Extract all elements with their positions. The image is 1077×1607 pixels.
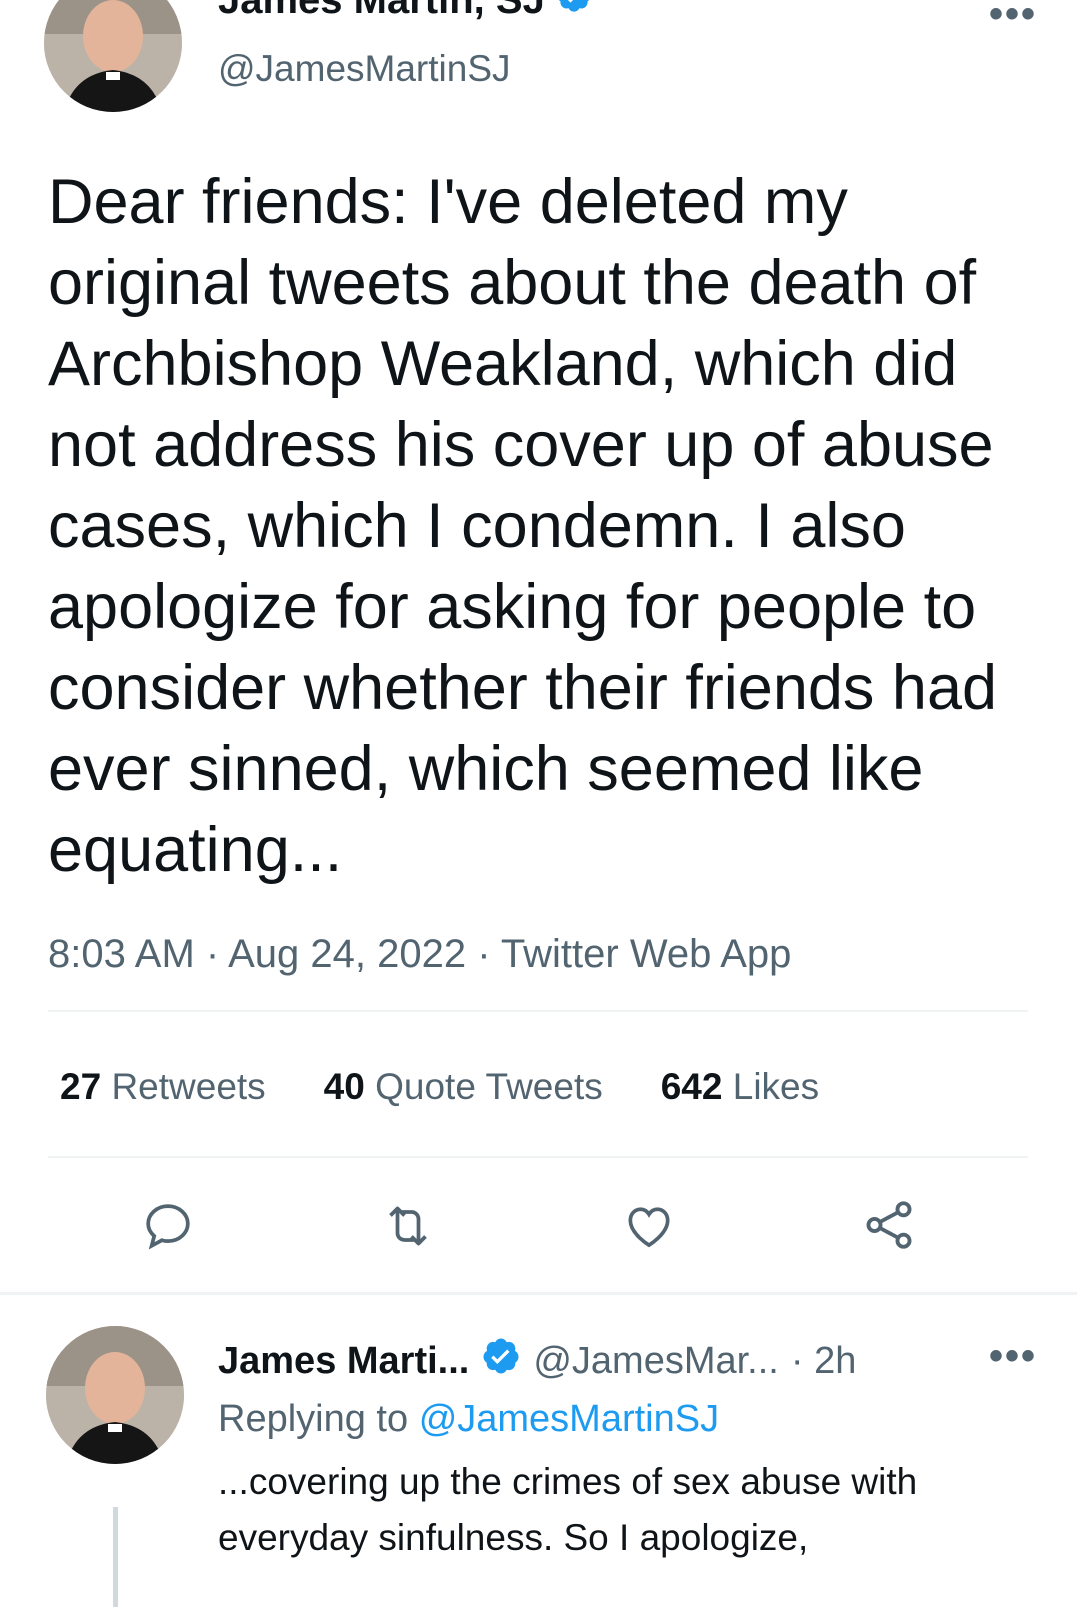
divider xyxy=(48,1010,1028,1012)
retweet-icon[interactable] xyxy=(378,1198,438,1254)
tweet-stats: 27 Retweets 40 Quote Tweets 642 Likes xyxy=(60,1066,819,1108)
like-icon[interactable] xyxy=(620,1198,678,1254)
author-avatar[interactable] xyxy=(44,0,182,112)
thread-line xyxy=(113,1507,118,1607)
reply-time[interactable]: · 2h xyxy=(791,1340,856,1383)
section-separator xyxy=(0,1292,1077,1295)
author-name[interactable]: James Martin, SJ xyxy=(218,0,545,23)
reply-author-avatar[interactable] xyxy=(46,1326,184,1464)
verified-badge-icon xyxy=(555,0,593,24)
reply-author-name[interactable]: James Marti... xyxy=(218,1340,469,1383)
divider xyxy=(48,1156,1028,1158)
reply-author-handle[interactable]: @JamesMar... xyxy=(533,1340,779,1383)
retweets-stat[interactable]: 27 Retweets xyxy=(60,1066,266,1108)
reply-icon[interactable] xyxy=(140,1198,196,1254)
reply-text: ...covering up the crimes of sex abuse w… xyxy=(218,1461,918,1558)
replying-to-label: Replying to xyxy=(218,1398,409,1440)
likes-stat[interactable]: 642 Likes xyxy=(661,1066,819,1108)
tweet-text: Dear friends: I've deleted my original t… xyxy=(48,167,998,885)
reply-header[interactable]: James Marti... @JamesMar... · 2h xyxy=(218,1336,856,1386)
verified-badge-icon xyxy=(481,1336,521,1386)
more-options-button[interactable]: ••• xyxy=(989,0,1037,37)
reply-more-options-button[interactable]: ••• xyxy=(989,1334,1037,1379)
replying-to: Replying to @JamesMartinSJ xyxy=(218,1398,719,1441)
tweet-timestamp[interactable]: 8:03 AM · Aug 24, 2022 · Twitter Web App xyxy=(48,932,791,977)
replying-to-handle-link[interactable]: @JamesMartinSJ xyxy=(419,1398,719,1440)
quote-tweets-stat[interactable]: 40 Quote Tweets xyxy=(324,1066,603,1108)
author-handle[interactable]: @JamesMartinSJ xyxy=(218,48,511,90)
share-icon[interactable] xyxy=(860,1196,918,1254)
author-name-row[interactable]: James Martin, SJ xyxy=(218,0,593,24)
